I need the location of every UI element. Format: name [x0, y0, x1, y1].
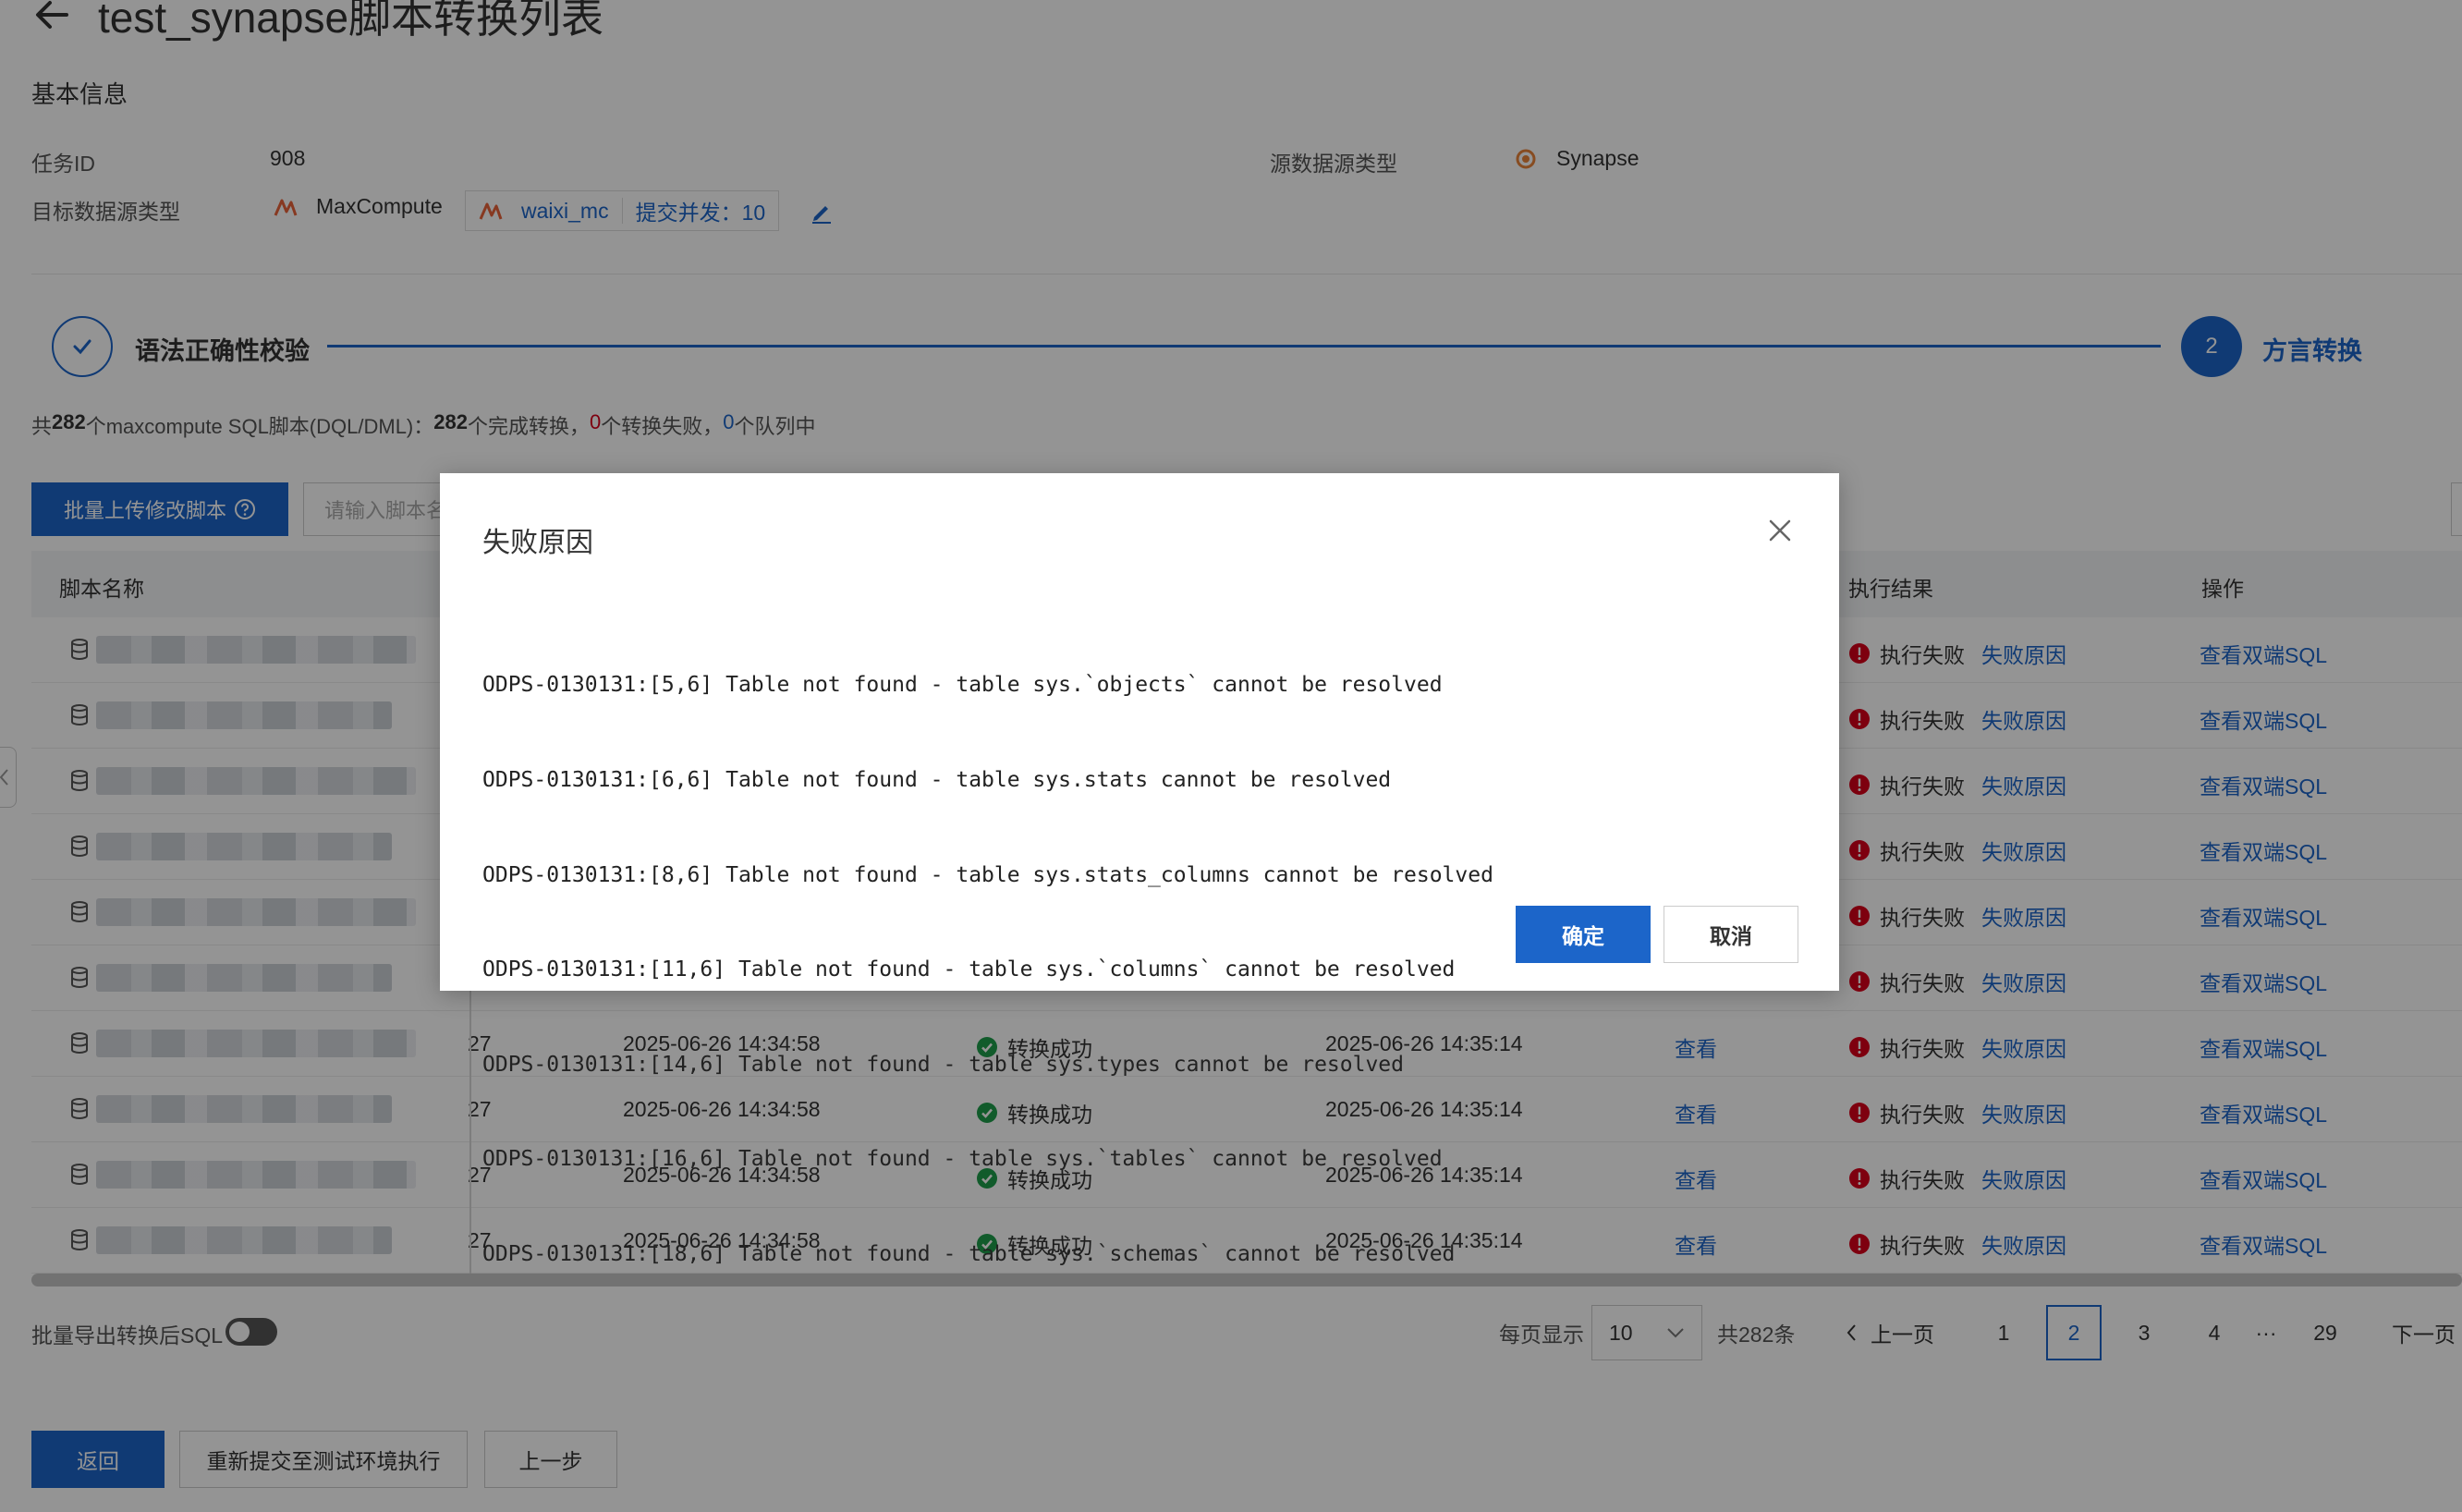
error-line: ODPS-0130131:[14,6] Table not found - ta…	[482, 1052, 1404, 1077]
page: test_synapse脚本转换列表 基本信息 任务ID 908 源数据源类型 …	[0, 0, 2462, 1512]
error-line: ODPS-0130131:[6,6] Table not found - tab…	[482, 768, 1392, 793]
error-line: ODPS-0130131:[11,6] Table not found - ta…	[482, 957, 1456, 982]
error-line: ODPS-0130131:[18,6] Table not found - ta…	[482, 1242, 1456, 1267]
failure-reason-dialog: 失败原因 ODPS-0130131:[5,6] Table not found …	[440, 473, 1839, 1266]
dialog-title: 失败原因	[482, 528, 593, 558]
error-message-list: ODPS-0130131:[5,6] Table not found - tab…	[482, 606, 1493, 1334]
error-line: ODPS-0130131:[5,6] Table not found - tab…	[482, 673, 1443, 698]
error-line: ODPS-0130131:[8,6] Table not found - tab…	[482, 862, 1493, 887]
close-icon[interactable]	[1767, 518, 1793, 543]
error-line: ODPS-0130131:[16,6] Table not found - ta…	[482, 1147, 1443, 1172]
confirm-button[interactable]: 确定	[1516, 906, 1651, 963]
cancel-button[interactable]: 取消	[1664, 906, 1798, 963]
